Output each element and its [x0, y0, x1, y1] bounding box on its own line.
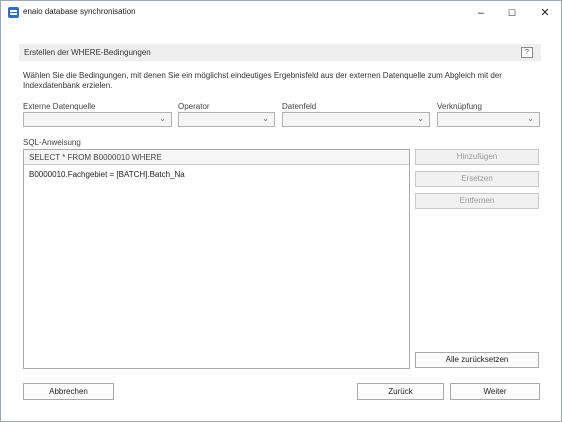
- chevron-down-icon: ⌄: [262, 114, 269, 123]
- next-button[interactable]: Weiter: [450, 383, 540, 400]
- remove-button[interactable]: Entfernen: [415, 193, 539, 209]
- sql-condition-line[interactable]: B0000010.Fachgebiet = [BATCH].Batch_Na: [29, 170, 185, 179]
- section-title: Erstellen der WHERE-Bedingungen: [24, 48, 151, 57]
- close-button[interactable]: ✕: [531, 3, 559, 23]
- maximize-button[interactable]: ☐: [498, 3, 526, 23]
- dialog-window: enaio database synchronisation – ☐ ✕ Ers…: [0, 0, 562, 422]
- external-source-select[interactable]: ⌄: [23, 112, 172, 127]
- datafield-select[interactable]: ⌄: [282, 112, 430, 127]
- sql-label: SQL-Anweisung: [23, 138, 81, 147]
- sql-header-text: SELECT * FROM B0000010 WHERE: [29, 153, 162, 162]
- back-button[interactable]: Zurück: [357, 383, 444, 400]
- help-icon[interactable]: ?: [521, 47, 533, 58]
- link-label: Verknüpfung: [437, 102, 482, 111]
- minimize-button[interactable]: –: [467, 3, 495, 23]
- replace-button[interactable]: Ersetzen: [415, 171, 539, 187]
- datafield-label: Datenfeld: [282, 102, 317, 111]
- link-select[interactable]: ⌄: [437, 112, 540, 127]
- external-source-label: Externe Datenquelle: [23, 102, 96, 111]
- reset-all-button[interactable]: Alle zurücksetzen: [415, 352, 539, 368]
- cancel-button[interactable]: Abbrechen: [23, 383, 114, 400]
- operator-label: Operator: [178, 102, 210, 111]
- operator-select[interactable]: ⌄: [178, 112, 275, 127]
- sql-header: SELECT * FROM B0000010 WHERE: [24, 150, 409, 165]
- window-title: enaio database synchronisation: [23, 7, 136, 16]
- title-bar[interactable]: enaio database synchronisation – ☐ ✕: [1, 1, 561, 25]
- sql-statement-box[interactable]: SELECT * FROM B0000010 WHERE B0000010.Fa…: [23, 149, 410, 369]
- app-icon: [8, 7, 19, 18]
- section-header: Erstellen der WHERE-Bedingungen ?: [19, 44, 541, 61]
- chevron-down-icon: ⌄: [527, 114, 534, 123]
- description-text: Wählen Sie die Bedingungen, mit denen Si…: [23, 71, 502, 90]
- chevron-down-icon: ⌄: [159, 114, 166, 123]
- chevron-down-icon: ⌄: [417, 114, 424, 123]
- add-button[interactable]: Hinzufügen: [415, 149, 539, 165]
